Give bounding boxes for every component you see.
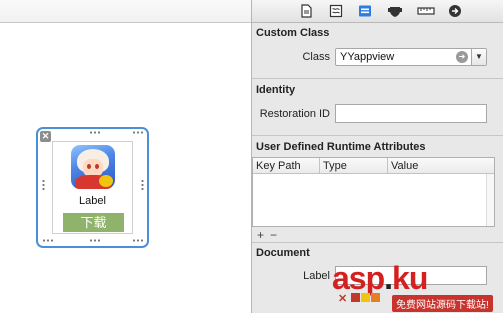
bottom-right-resize-handle[interactable] [132, 239, 144, 242]
column-separator[interactable] [387, 158, 388, 174]
column-header-key-path[interactable]: Key Path [256, 160, 301, 172]
top-resize-handle[interactable] [89, 131, 101, 134]
app-icon-shield [99, 175, 113, 187]
identity-inspector-icon[interactable] [358, 4, 372, 18]
watermark-cubes-icon [351, 293, 387, 303]
document-label-label: Label [303, 270, 330, 282]
column-header-value[interactable]: Value [391, 160, 418, 172]
storyboard-canvas[interactable]: ✕ Label 下载 [0, 0, 251, 313]
left-resize-handle[interactable] [42, 179, 45, 191]
right-resize-handle[interactable] [141, 179, 144, 191]
watermark-logo: asp.ku ✕ 免费网站源码下载站! [332, 260, 503, 313]
app-icon-eye [95, 164, 99, 169]
watermark-ku: ku [392, 260, 428, 296]
watermark-close-icon: ✕ [338, 293, 348, 305]
class-value[interactable]: YYappview [340, 51, 394, 63]
class-label: Class [302, 51, 330, 63]
size-inspector-icon[interactable] [417, 4, 435, 18]
runtime-attributes-table[interactable]: Key Path Type Value [252, 157, 495, 227]
close-icon[interactable]: ✕ [40, 131, 51, 142]
column-separator[interactable] [319, 158, 320, 174]
app-label[interactable]: Label [53, 195, 132, 207]
go-to-class-icon[interactable]: ➜ [456, 51, 468, 63]
watermark-dot: . [384, 260, 393, 296]
bottom-resize-handle[interactable] [89, 239, 101, 242]
download-button[interactable]: 下载 [63, 213, 124, 232]
add-remove-controls: + − [257, 228, 283, 242]
section-separator [252, 242, 503, 243]
quick-help-icon[interactable] [329, 4, 343, 18]
class-combo-box[interactable]: YYappview ➜ ▼ [335, 48, 487, 66]
app-icon-image[interactable] [71, 145, 115, 189]
runtime-attributes-title: User Defined Runtime Attributes [256, 141, 426, 153]
watermark-subtitle: 免费网站源码下载站! [392, 295, 493, 312]
column-header-type[interactable]: Type [323, 160, 347, 172]
add-attribute-button[interactable]: + [257, 228, 264, 242]
canvas-top-bar [0, 0, 251, 23]
attributes-inspector-icon[interactable] [388, 4, 402, 18]
inspector-toolbar [252, 0, 503, 23]
section-separator [252, 135, 503, 136]
app-item-container[interactable]: Label 下载 [52, 141, 133, 234]
canvas-top-bar-fill [0, 0, 251, 22]
chevron-down-icon[interactable]: ▼ [471, 49, 486, 65]
top-right-resize-handle[interactable] [132, 131, 144, 134]
selected-view[interactable]: ✕ Label 下载 [36, 127, 149, 248]
app-icon-eye [87, 164, 91, 169]
document-title: Document [256, 247, 310, 259]
file-icon[interactable] [299, 4, 313, 18]
table-header: Key Path Type Value [253, 158, 494, 174]
custom-class-title: Custom Class [256, 27, 330, 39]
restoration-id-label: Restoration ID [259, 108, 330, 120]
identity-title: Identity [256, 84, 296, 96]
connections-inspector-icon[interactable] [448, 4, 462, 18]
remove-attribute-button[interactable]: − [270, 228, 277, 242]
restoration-id-field[interactable] [335, 104, 487, 123]
section-separator [252, 78, 503, 79]
table-scrollbar[interactable] [486, 174, 494, 226]
watermark-asp: asp [332, 260, 385, 296]
bottom-left-resize-handle[interactable] [42, 239, 54, 242]
